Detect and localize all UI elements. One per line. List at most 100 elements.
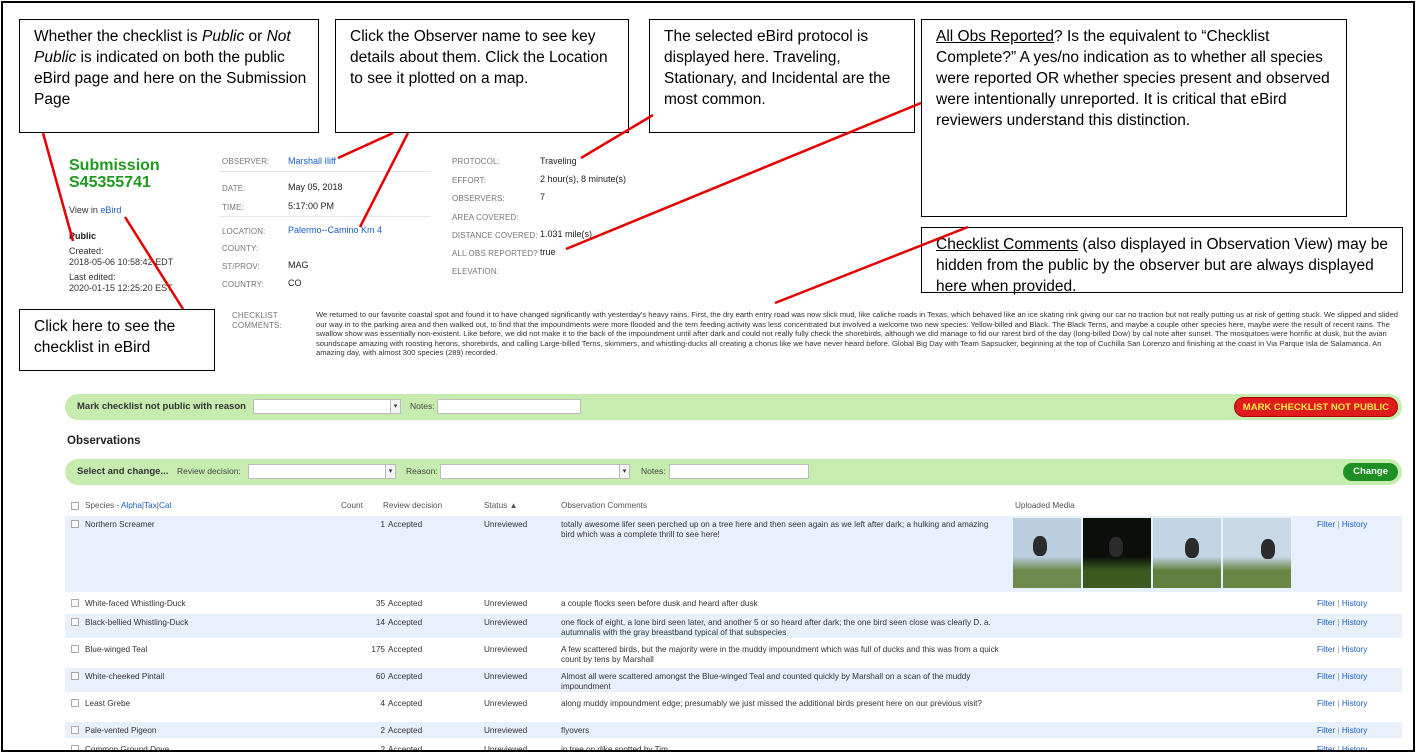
media-thumbnail[interactable] xyxy=(1013,518,1081,588)
callout-text: Whether the checklist is xyxy=(34,28,202,45)
history-link[interactable]: History xyxy=(1342,599,1367,608)
callout-underlined-term: Checklist Comments xyxy=(936,236,1079,253)
count-value: 14 xyxy=(375,618,385,627)
distance-label: DISTANCE COVERED: xyxy=(452,231,538,240)
row-checkbox[interactable] xyxy=(71,618,79,626)
effort-value: 2 hour(s), 8 minute(s) xyxy=(540,174,627,184)
history-link[interactable]: History xyxy=(1342,745,1367,750)
created-label: Created: xyxy=(69,246,104,256)
table-row: Northern Screamer 1 Accepted Unreviewed tota… xyxy=(65,516,1402,592)
sort-tax-link[interactable]: Tax xyxy=(144,501,157,510)
count-value: 1 xyxy=(380,520,385,529)
protocol-value: Traveling xyxy=(540,156,577,166)
history-link[interactable]: History xyxy=(1342,672,1367,681)
filter-link[interactable]: Filter xyxy=(1317,726,1335,735)
notes-field[interactable] xyxy=(669,464,809,479)
history-link[interactable]: History xyxy=(1342,520,1367,529)
history-link[interactable]: History xyxy=(1342,618,1367,627)
table-row: Black-bellied Whistling-Duck 14 Accepted Un… xyxy=(65,614,1402,638)
county-label: COUNTY: xyxy=(222,244,259,253)
ebird-link[interactable]: eBird xyxy=(100,205,121,215)
sort-alpha-link[interactable]: Alpha xyxy=(121,501,142,510)
location-link[interactable]: Palermo--Camino Km 4 xyxy=(288,225,382,235)
media-thumbnail[interactable] xyxy=(1083,518,1151,588)
reason-label: Reason: xyxy=(406,466,438,476)
table-row: Common Ground Dove 2 Accepted Unreviewed in … xyxy=(65,741,1402,752)
sort-cat-link[interactable]: Cat xyxy=(159,501,172,510)
table-row: White-cheeked Pintail 60 Accepted Unreviewe… xyxy=(65,668,1402,692)
row-checkbox[interactable] xyxy=(71,726,79,734)
notes-label: Notes: xyxy=(410,401,435,411)
review-decision-value: Accepted xyxy=(388,672,423,681)
media-thumbnail[interactable] xyxy=(1153,518,1221,588)
row-checkbox[interactable] xyxy=(71,672,79,680)
mark-not-public-button[interactable]: MARK CHECKLIST NOT PUBLIC xyxy=(1233,397,1398,417)
select-all-checkbox[interactable] xyxy=(71,502,79,510)
separator: | xyxy=(1335,699,1342,708)
row-checkbox[interactable] xyxy=(71,699,79,707)
filter-link[interactable]: Filter xyxy=(1317,645,1335,654)
filter-link[interactable]: Filter xyxy=(1317,520,1335,529)
review-decision-value: Accepted xyxy=(388,745,423,752)
country-value: CO xyxy=(288,278,302,288)
row-checkbox[interactable] xyxy=(71,745,79,750)
filter-link[interactable]: Filter xyxy=(1317,699,1335,708)
history-link[interactable]: History xyxy=(1342,726,1367,735)
notes-field[interactable] xyxy=(437,399,581,414)
count-value: 60 xyxy=(375,672,385,681)
separator: | xyxy=(1335,599,1342,608)
filter-link[interactable]: Filter xyxy=(1317,599,1335,608)
stprov-value: MAG xyxy=(288,260,309,270)
review-decision-select[interactable]: ▾ xyxy=(248,464,396,479)
species-name: White-faced Whistling-Duck xyxy=(85,599,186,608)
count-value: 2 xyxy=(380,745,385,752)
separator: | xyxy=(1335,618,1342,627)
observations-heading: Observations xyxy=(67,435,141,447)
observation-comments-header: Observation Comments xyxy=(561,501,648,510)
filter-link[interactable]: Filter xyxy=(1317,618,1335,627)
row-checkbox[interactable] xyxy=(71,599,79,607)
effort-label: EFFORT: xyxy=(452,176,486,185)
observation-comment: totally awesome lifer seen perched up on… xyxy=(561,520,989,539)
review-decision-value: Accepted xyxy=(388,599,423,608)
distance-value: 1.031 mile(s) xyxy=(540,229,593,239)
uploaded-media-header: Uploaded Media xyxy=(1015,501,1075,510)
submission-title: Submission S45355741 xyxy=(69,157,160,191)
observer-link[interactable]: Marshall Iliff xyxy=(288,156,336,166)
review-decision-header[interactable]: Review decision xyxy=(383,501,442,510)
date-value: May 05, 2018 xyxy=(288,182,343,192)
callout-checklist-comments: Checklist Comments (also displayed in Ob… xyxy=(921,227,1403,295)
filter-link[interactable]: Filter xyxy=(1317,672,1335,681)
change-button[interactable]: Change xyxy=(1343,463,1398,481)
count-value: 4 xyxy=(380,699,385,708)
connector-observer xyxy=(337,131,394,160)
review-decision-label: Review decision: xyxy=(177,466,241,476)
connector-location xyxy=(358,132,410,228)
reason-select[interactable]: ▾ xyxy=(253,399,401,414)
select-change-label: Select and change... xyxy=(77,466,169,477)
observation-comment: A few scattered birds, but the majority … xyxy=(561,645,999,664)
callout-text: The selected eBird protocol is displayed… xyxy=(664,28,891,108)
row-checkbox[interactable] xyxy=(71,645,79,653)
bird-silhouette xyxy=(1109,537,1123,557)
chevron-down-icon: ▾ xyxy=(619,465,629,478)
status-value: Unreviewed xyxy=(484,672,528,681)
media-thumbnail[interactable] xyxy=(1223,518,1291,588)
count-value: 2 xyxy=(380,726,385,735)
table-row: Least Grebe 4 Accepted Unreviewed along mudd… xyxy=(65,695,1402,719)
elevation-label: ELEVATION: xyxy=(452,267,499,276)
area-label: AREA COVERED: xyxy=(452,213,519,222)
status-value: Unreviewed xyxy=(484,599,528,608)
checklist-comments-label: COMMENTS: xyxy=(232,321,282,330)
row-checkbox[interactable] xyxy=(71,520,79,528)
edited-value: 2020-01-15 12:25:20 EST xyxy=(69,283,173,293)
history-link[interactable]: History xyxy=(1342,645,1367,654)
time-label: TIME: xyxy=(222,203,244,212)
reason-select[interactable]: ▾ xyxy=(440,464,630,479)
status-header[interactable]: Status ▲ xyxy=(484,501,518,510)
filter-link[interactable]: Filter xyxy=(1317,745,1335,750)
separator: | xyxy=(1335,520,1342,529)
time-value: 5:17:00 PM xyxy=(288,201,335,211)
history-link[interactable]: History xyxy=(1342,699,1367,708)
observation-comment: in tree on dike spotted by Tim xyxy=(561,745,668,752)
